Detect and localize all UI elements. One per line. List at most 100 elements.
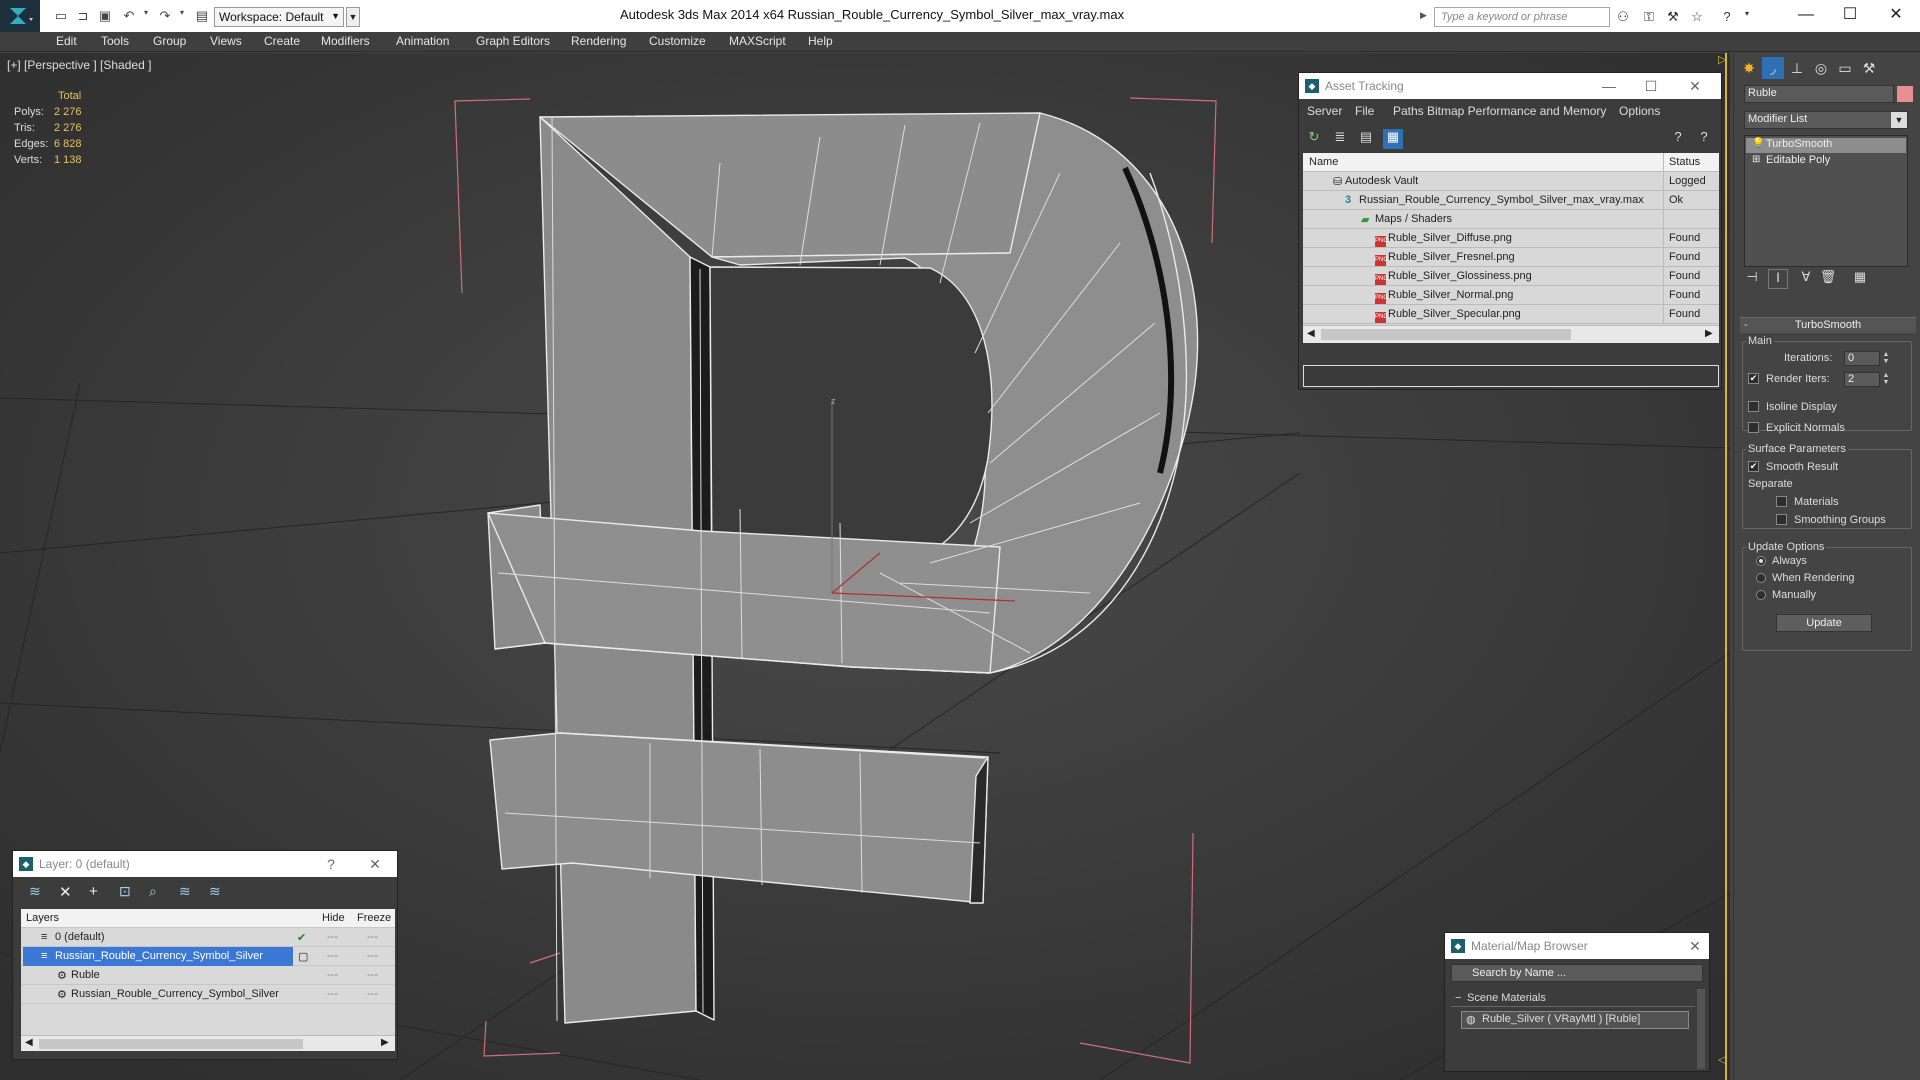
app-menu-button[interactable]	[0, 0, 40, 32]
spinner-arrows-icon[interactable]: ▲ ▼	[1881, 351, 1891, 366]
asset-tracking-titlebar[interactable]: ◆ Asset Tracking — ☐ ✕	[1299, 73, 1721, 99]
binoculars-icon[interactable]: ⚇	[1614, 9, 1632, 25]
motion-tab-icon[interactable]: ◎	[1810, 57, 1832, 79]
undo-icon[interactable]: ↶	[120, 8, 138, 24]
smooth-result-checkbox[interactable]: ✔	[1748, 461, 1759, 472]
horizontal-scrollbar[interactable]: ◀ ▶	[21, 1035, 395, 1051]
col-status-header[interactable]: Status	[1669, 156, 1700, 168]
refresh-icon[interactable]: ↻	[1305, 129, 1323, 147]
explicit-normals-checkbox[interactable]	[1748, 422, 1759, 433]
manually-radio[interactable]	[1756, 590, 1766, 600]
add-to-layer-icon[interactable]: +	[89, 883, 98, 900]
make-unique-icon[interactable]: ∀	[1796, 269, 1816, 289]
at-menu-bitmap-performance[interactable]: Bitmap Performance and Memory	[1427, 104, 1606, 118]
scroll-right-icon[interactable]: ▶	[1705, 328, 1713, 339]
maximize-button[interactable]: ☐	[1830, 4, 1870, 28]
minimize-button[interactable]: —	[1786, 4, 1826, 28]
render-iters-checkbox[interactable]: ✔	[1748, 373, 1759, 384]
scrollbar-thumb[interactable]	[39, 1039, 303, 1049]
col-freeze-header[interactable]: Freeze	[357, 912, 391, 924]
current-layer-check-icon[interactable]: ✔	[297, 931, 306, 944]
search-expand-icon[interactable]: ▶	[1420, 10, 1427, 21]
hide-toggle[interactable]: ---	[327, 988, 338, 1000]
viewport-expand-icon[interactable]: ▷	[1718, 53, 1726, 66]
materials-checkbox[interactable]	[1776, 496, 1787, 507]
table-row[interactable]: PNGRuble_Silver_Specular.png Found	[1303, 305, 1719, 324]
vertical-scrollbar[interactable]	[1697, 989, 1705, 1069]
display-tab-icon[interactable]: ▭	[1834, 57, 1856, 79]
iterations-spinner[interactable]: 0	[1844, 351, 1880, 366]
table-row[interactable]: PNGRuble_Silver_Diffuse.png Found	[1303, 229, 1719, 248]
open-file-icon[interactable]: ⊐	[74, 8, 92, 24]
communication-icon[interactable]: ⚒	[1664, 9, 1682, 25]
help-button[interactable]: ?	[319, 855, 343, 873]
col-name-header[interactable]: Name	[1309, 156, 1338, 168]
subscription-key-icon[interactable]: ⚿	[1640, 9, 1658, 25]
menu-help[interactable]: Help	[808, 34, 833, 48]
table-row[interactable]: PNGRuble_Silver_Glossiness.png Found	[1303, 267, 1719, 286]
object-name-field[interactable]: Ruble	[1744, 85, 1894, 103]
scroll-left-icon[interactable]: ◀	[25, 1037, 33, 1048]
close-button[interactable]: ✕	[1876, 4, 1916, 28]
menu-group[interactable]: Group	[153, 34, 186, 48]
bulb-icon[interactable]: 💡	[1752, 138, 1764, 149]
menu-modifiers[interactable]: Modifiers	[321, 34, 370, 48]
layer-row[interactable]: ⚙ Russian_Rouble_Currency_Symbol_Silver …	[21, 985, 395, 1004]
layer-row[interactable]: ≡ 0 (default) ✔ --- ---	[21, 928, 395, 947]
modify-tab-icon[interactable]: ◞	[1762, 57, 1784, 79]
table-row[interactable]: PNGRuble_Silver_Fresnel.png Found	[1303, 248, 1719, 267]
menu-maxscript[interactable]: MAXScript	[729, 34, 786, 48]
table-view-icon[interactable]: ▦	[1383, 129, 1403, 149]
create-tab-icon[interactable]: ✸	[1738, 57, 1760, 79]
redo-dropdown-icon[interactable]: ▾	[173, 8, 191, 24]
material-item[interactable]: ◍ Ruble_Silver ( VRayMtl ) [Ruble]	[1461, 1011, 1689, 1029]
remove-modifier-icon[interactable]: 🗑	[1818, 269, 1838, 289]
always-radio[interactable]	[1756, 556, 1766, 566]
material-search-input[interactable]: Search by Name ...	[1451, 964, 1703, 982]
menu-rendering[interactable]: Rendering	[571, 34, 626, 48]
menu-animation[interactable]: Animation	[396, 34, 449, 48]
project-folder-icon[interactable]: ▤	[193, 8, 211, 24]
show-end-result-icon[interactable]: Ⅰ	[1768, 269, 1788, 289]
menu-graph-editors[interactable]: Graph Editors	[476, 34, 550, 48]
scroll-right-icon[interactable]: ▶	[381, 1037, 389, 1048]
scene-materials-group[interactable]: − Scene Materials	[1451, 991, 1695, 1007]
scroll-left-icon[interactable]: ◀	[1307, 328, 1315, 339]
table-row[interactable]: ⛁ Autodesk Vault Logged	[1303, 172, 1719, 191]
scrollbar-thumb[interactable]	[1321, 329, 1571, 340]
new-layer-icon[interactable]: ≋	[29, 883, 41, 900]
turbosmooth-rollout-header[interactable]: - TurboSmooth	[1740, 317, 1916, 333]
freeze-toggle[interactable]: ---	[367, 988, 378, 1000]
layer-color-swatch[interactable]: ▢	[298, 950, 308, 963]
redo-icon[interactable]: ↷	[156, 8, 174, 24]
expand-icon[interactable]: ⊞	[1752, 154, 1760, 165]
collapse-icon[interactable]: -	[1744, 318, 1748, 333]
menu-views[interactable]: Views	[210, 34, 242, 48]
hierarchy-tab-icon[interactable]: ⊥	[1786, 57, 1808, 79]
hide-toggle[interactable]: ---	[327, 969, 338, 981]
favorites-star-icon[interactable]: ☆	[1688, 9, 1706, 25]
detail-view-icon[interactable]: ▤	[1357, 129, 1375, 147]
when-rendering-radio[interactable]	[1756, 573, 1766, 583]
close-button[interactable]: ✕	[1683, 77, 1707, 95]
freeze-all-icon[interactable]: ≋	[209, 883, 221, 900]
help-icon[interactable]: ?	[1718, 9, 1736, 25]
asset-path-field[interactable]	[1303, 365, 1719, 387]
col-hide-header[interactable]: Hide	[322, 912, 345, 924]
layer-row[interactable]: ≡ Russian_Rouble_Currency_Symbol_Silver …	[21, 947, 395, 966]
minimize-button[interactable]: —	[1597, 77, 1621, 95]
quick-access-dropdown[interactable]: ▼	[346, 7, 360, 27]
new-file-icon[interactable]: ▭	[52, 8, 70, 24]
help-dropdown-icon[interactable]: ▾	[1738, 9, 1756, 25]
col-layers-header[interactable]: Layers	[26, 912, 59, 924]
hide-toggle[interactable]: ---	[327, 931, 338, 943]
undo-dropdown-icon[interactable]: ▾	[137, 8, 155, 24]
maximize-button[interactable]: ☐	[1639, 77, 1663, 95]
viewport-label[interactable]: [+] [Perspective ] [Shaded ]	[7, 58, 151, 72]
menu-edit[interactable]: Edit	[56, 34, 77, 48]
horizontal-scrollbar[interactable]: ◀ ▶	[1303, 325, 1719, 343]
smoothing-groups-checkbox[interactable]	[1776, 514, 1787, 525]
stack-item-turbosmooth[interactable]: 💡 TurboSmooth	[1746, 138, 1906, 153]
configure-sets-icon[interactable]: ▦	[1850, 269, 1870, 289]
modifier-list-dropdown[interactable]: Modifier List ▼	[1744, 111, 1908, 129]
